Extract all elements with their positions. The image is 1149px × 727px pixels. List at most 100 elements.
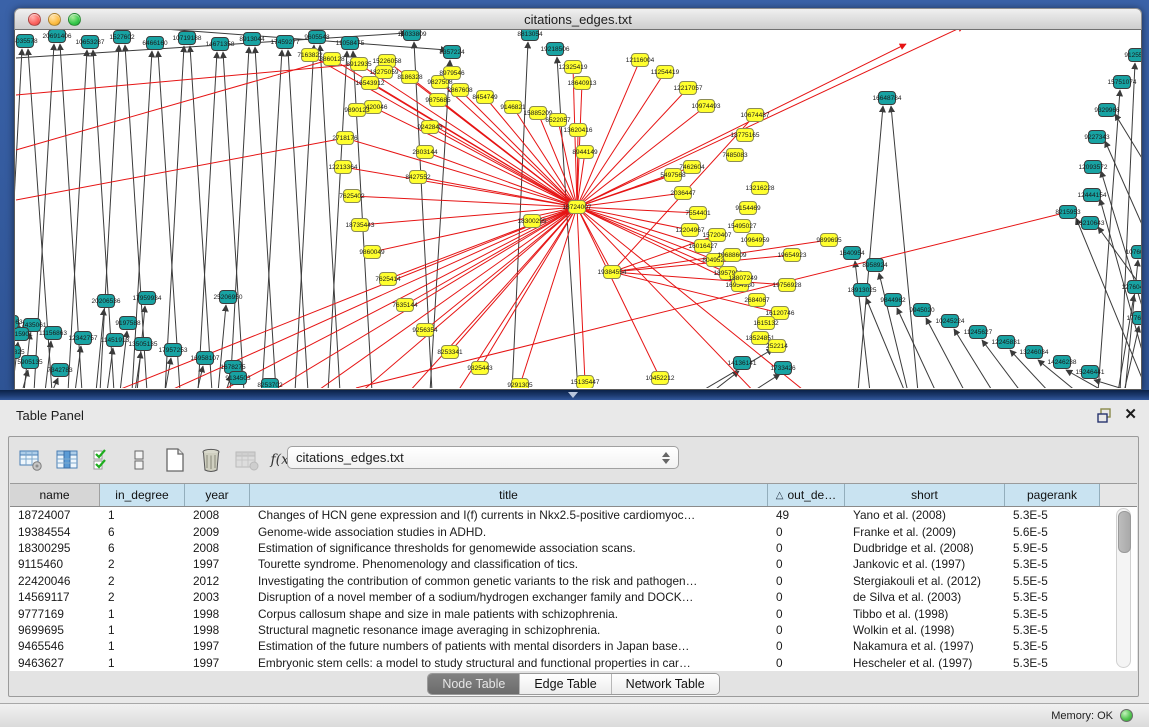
graph-node[interactable]: 10653287 — [76, 36, 105, 49]
graph-node[interactable]: 12204967 — [676, 224, 705, 237]
graph-node[interactable]: 20691406 — [43, 30, 72, 43]
graph-node[interactable]: 1733426 — [770, 362, 796, 375]
window-titlebar[interactable]: citations_edges.txt — [14, 8, 1142, 30]
graph-node[interactable]: 9154469 — [735, 202, 761, 215]
table-cell[interactable]: 1 — [100, 607, 185, 621]
graph-node[interactable]: 10674487 — [741, 109, 770, 122]
graph-node[interactable]: 9134503 — [225, 372, 251, 385]
table-cell[interactable]: 0 — [768, 557, 845, 571]
create-table-icon[interactable] — [161, 447, 188, 474]
column-header-in_degree[interactable]: in_degree — [100, 484, 185, 506]
graph-node[interactable]: 16648784 — [873, 92, 902, 105]
graph-node[interactable]: 17957253 — [159, 344, 188, 357]
table-scrollbar[interactable] — [1116, 508, 1131, 668]
table-cell[interactable]: Embryonic stem cells: a model to study s… — [250, 656, 768, 670]
graph-node[interactable]: 8186328 — [397, 71, 423, 84]
table-row[interactable]: 2242004622012Investigating the contribut… — [10, 573, 1137, 589]
graph-node[interactable]: 15495027 — [728, 220, 757, 233]
table-cell[interactable]: de Silva et al. (2003) — [845, 590, 1005, 604]
show-columns-icon[interactable] — [53, 447, 80, 474]
graph-node[interactable]: 7485083 — [722, 149, 748, 162]
table-cell[interactable]: 5.3E-5 — [1005, 557, 1100, 571]
graph-node[interactable]: 8253702 — [257, 379, 283, 389]
graph-node[interactable]: 9227343 — [1084, 131, 1110, 144]
table-scrollbar-thumb[interactable] — [1118, 511, 1131, 553]
table-cell[interactable]: 18724007 — [10, 508, 100, 522]
graph-node[interactable]: 7635144 — [392, 299, 418, 312]
table-cell[interactable]: 1997 — [185, 557, 250, 571]
table-cell[interactable]: 5.3E-5 — [1005, 590, 1100, 604]
table-cell[interactable]: 0 — [768, 623, 845, 637]
table-cell[interactable]: 1 — [100, 639, 185, 653]
table-row[interactable]: 946362711997Embryonic stem cells: a mode… — [10, 655, 1137, 671]
table-cell[interactable]: 18300295 — [10, 541, 100, 555]
table-cell[interactable]: 5.3E-5 — [1005, 508, 1100, 522]
graph-node[interactable]: 12217057 — [674, 82, 703, 95]
table-cell[interactable]: 9465546 — [10, 639, 100, 653]
graph-node[interactable]: 13620416 — [564, 124, 593, 137]
table-cell[interactable]: 2 — [100, 590, 185, 604]
table-cell[interactable]: 19384554 — [10, 525, 100, 539]
row-height-icon[interactable] — [125, 447, 152, 474]
graph-node[interactable]: 5905135 — [17, 356, 43, 369]
graph-node[interactable]: 9329966 — [1094, 104, 1120, 117]
table-row[interactable]: 977716911998Corpus callosum shape and si… — [10, 605, 1137, 621]
table-cell[interactable]: 22420046 — [10, 574, 100, 588]
table-cell[interactable]: Investigating the contribution of common… — [250, 574, 768, 588]
table-cell[interactable]: 0 — [768, 541, 845, 555]
graph-node[interactable]: 8813054 — [517, 30, 543, 41]
graph-node[interactable]: 19756928 — [773, 279, 802, 292]
table-cell[interactable]: Nakamura et al. (1997) — [845, 639, 1005, 653]
graph-node[interactable]: 9945020 — [909, 304, 935, 317]
graph-node[interactable]: 12342757 — [69, 332, 98, 345]
graph-node[interactable]: 1640954 — [839, 247, 865, 260]
graph-node[interactable]: 20206536 — [92, 295, 121, 308]
table-cell[interactable]: 1997 — [185, 656, 250, 670]
delete-table-icon[interactable] — [197, 447, 224, 474]
graph-node[interactable]: 9605548 — [304, 31, 330, 44]
graph-node[interactable]: 9291305 — [507, 379, 533, 389]
tab-edge-table[interactable]: Edge Table — [520, 674, 611, 694]
graph-node[interactable]: 13505135 — [129, 338, 158, 351]
graph-node[interactable]: 1527602 — [109, 31, 135, 44]
table-cell[interactable]: Estimation of the future numbers of pati… — [250, 639, 768, 653]
column-header-short[interactable]: short — [845, 484, 1005, 506]
table-cell[interactable]: Yano et al. (2008) — [845, 508, 1005, 522]
graph-node[interactable]: 4035578 — [15, 35, 38, 48]
network-canvas[interactable]: 4035578206914061065328715276026466160107… — [14, 30, 1142, 390]
graph-node[interactable]: 18640913 — [568, 77, 597, 90]
divider-handle-icon[interactable] — [568, 392, 578, 398]
graph-node[interactable]: 8913044 — [239, 33, 265, 46]
graph-node[interactable]: 15751074 — [1108, 76, 1137, 89]
graph-node[interactable]: 10760123 — [1126, 246, 1141, 259]
graph-node[interactable]: 14671358 — [206, 38, 235, 51]
table-cell[interactable]: Tibbo et al. (1998) — [845, 607, 1005, 621]
column-header-pagerank[interactable]: pagerank — [1005, 484, 1100, 506]
table-cell[interactable]: 2003 — [185, 590, 250, 604]
graph-node[interactable]: 10245224 — [936, 315, 965, 328]
table-cell[interactable]: 2 — [100, 574, 185, 588]
graph-node[interactable]: 11245627 — [964, 326, 993, 339]
zoom-window-button[interactable] — [68, 13, 81, 26]
graph-node[interactable]: 8215953 — [1055, 206, 1081, 219]
table-cell[interactable]: 5.6E-5 — [1005, 525, 1100, 539]
table-cell[interactable]: Changes of HCN gene expression and I(f) … — [250, 508, 768, 522]
graph-node[interactable]: 12093572 — [1079, 161, 1108, 174]
table-cell[interactable]: 9777169 — [10, 607, 100, 621]
graph-node[interactable]: 8958924 — [862, 259, 888, 272]
graph-node[interactable]: 9899695 — [816, 234, 842, 247]
graph-node[interactable]: 2684067 — [744, 294, 770, 307]
graph-node[interactable]: 14136141 — [728, 357, 757, 370]
graph-node[interactable]: 8454749 — [472, 91, 498, 104]
graph-node[interactable]: 9860049 — [359, 246, 385, 259]
select-rows-icon[interactable] — [89, 447, 116, 474]
table-cell[interactable]: 5.3E-5 — [1005, 623, 1100, 637]
table-cell[interactable]: 5.3E-5 — [1005, 656, 1100, 670]
column-header-title[interactable]: title — [250, 484, 768, 506]
graph-node[interactable]: 13246034 — [1020, 346, 1049, 359]
table-cell[interactable]: Corpus callosum shape and size in male p… — [250, 607, 768, 621]
table-cell[interactable]: 0 — [768, 656, 845, 670]
graph-node[interactable]: 2036447 — [670, 187, 696, 200]
graph-node[interactable]: 18300295 — [518, 215, 547, 228]
close-window-button[interactable] — [28, 13, 41, 26]
